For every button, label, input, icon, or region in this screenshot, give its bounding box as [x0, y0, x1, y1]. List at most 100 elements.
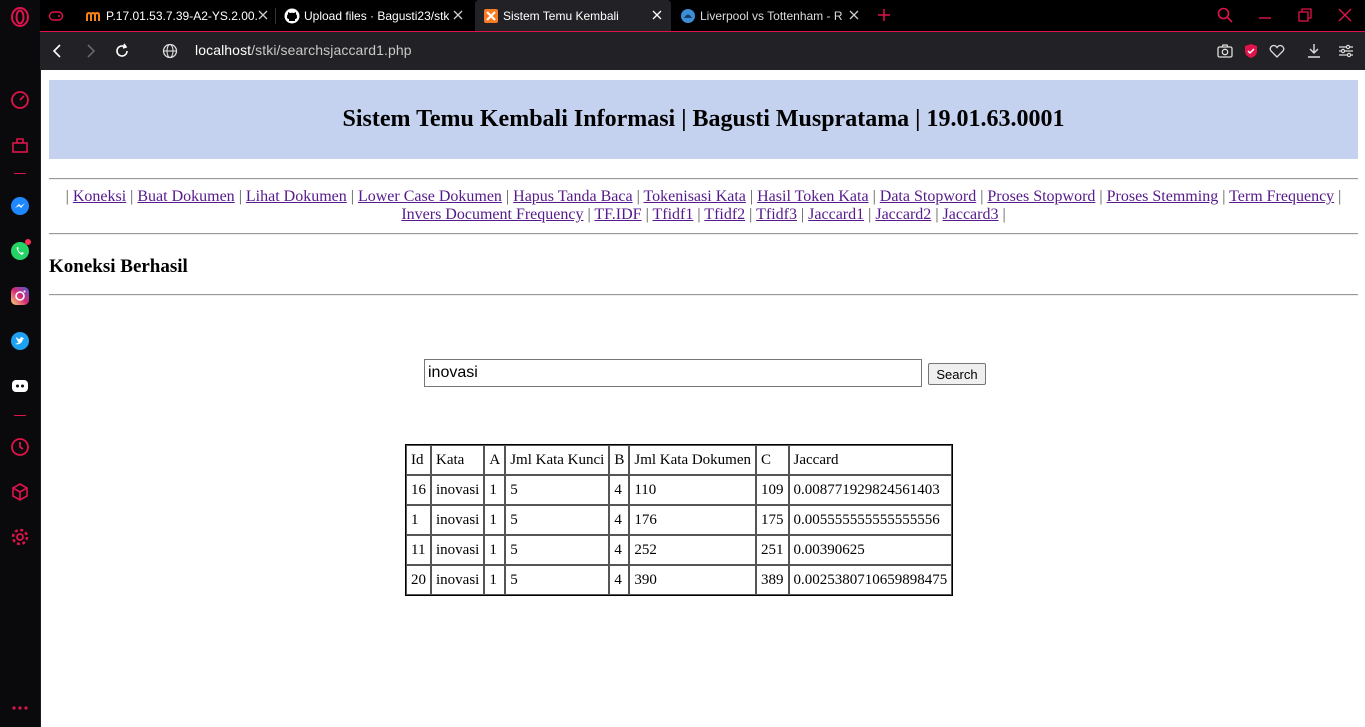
table-cell: 175: [756, 505, 789, 535]
forward-arrow-icon[interactable]: [81, 42, 99, 60]
close-icon[interactable]: [846, 7, 862, 23]
table-cell: inovasi: [431, 475, 485, 505]
nav-link[interactable]: Jaccard3: [943, 206, 999, 223]
extensions-icon[interactable]: [8, 480, 32, 504]
nav-link[interactable]: Koneksi: [73, 188, 126, 205]
table-cell: 1: [484, 505, 506, 535]
restore-icon[interactable]: [1297, 7, 1313, 23]
url-path: /stki/searchsjaccard1.php: [251, 42, 412, 58]
column-header: Jml Kata Dokumen: [629, 445, 757, 475]
address-bar: localhost/stki/searchsjaccard1.php: [40, 31, 1365, 70]
history-icon[interactable]: [8, 435, 32, 459]
close-icon[interactable]: [649, 7, 665, 23]
divider: [49, 294, 1358, 296]
url-host: localhost: [195, 42, 252, 58]
adblock-shield-icon[interactable]: [1242, 42, 1260, 60]
discord-icon[interactable]: [8, 374, 32, 398]
opera-logo-icon[interactable]: [8, 5, 32, 29]
easy-setup-icon[interactable]: [1337, 42, 1355, 60]
close-icon[interactable]: [255, 7, 271, 23]
table-cell: 16: [406, 475, 431, 505]
column-header: C: [756, 445, 789, 475]
nav-link[interactable]: Hapus Tanda Baca: [513, 188, 632, 205]
table-header-row: Id Kata A Jml Kata Kunci B Jml Kata Dokumen C J…: [406, 445, 953, 475]
tab-github[interactable]: Upload files · Bagusti23/stk: [276, 0, 472, 31]
column-header: A: [484, 445, 506, 475]
messenger-icon[interactable]: [8, 194, 32, 218]
browser-sidebar: [0, 0, 41, 727]
tab-liverpool[interactable]: Liverpool vs Tottenham - R: [672, 0, 868, 31]
column-header: Kata: [431, 445, 485, 475]
nav-link[interactable]: Tokenisasi Kata: [644, 188, 746, 205]
table-cell: 4: [609, 565, 630, 595]
nav-link[interactable]: Invers Document Frequency: [401, 206, 583, 223]
premier-league-icon: [680, 8, 696, 24]
jaccard-result-table: Id Kata A Jml Kata Kunci B Jml Kata Dokumen C J…: [405, 444, 954, 596]
new-tab-plus-icon[interactable]: [876, 7, 892, 23]
nav-link[interactable]: Data Stopword: [880, 188, 976, 205]
nav-link[interactable]: Tfidf3: [756, 206, 797, 223]
table-cell: 11: [406, 535, 431, 565]
table-cell: 5: [505, 505, 610, 535]
nav-link[interactable]: Lihat Dokumen: [246, 188, 347, 205]
nav-link[interactable]: Term Frequency: [1229, 188, 1334, 205]
nav-link[interactable]: Hasil Token Kata: [757, 188, 868, 205]
download-icon[interactable]: [1305, 42, 1323, 60]
tab-gamepad[interactable]: [40, 0, 78, 31]
search-input[interactable]: [424, 359, 922, 387]
table-cell: 1: [484, 535, 506, 565]
table-cell: 110: [629, 475, 757, 505]
close-icon[interactable]: [450, 7, 466, 23]
nav-link[interactable]: Jaccard2: [875, 206, 931, 223]
search-button[interactable]: Search: [928, 363, 986, 385]
column-header: B: [609, 445, 630, 475]
more-options-icon[interactable]: [8, 696, 32, 720]
page-header: Sistem Temu Kembali Informasi | Bagusti …: [49, 80, 1358, 159]
instagram-icon[interactable]: [8, 284, 32, 308]
table-cell: inovasi: [431, 535, 485, 565]
web-page: Sistem Temu Kembali Informasi | Bagusti …: [41, 70, 1365, 727]
table-cell: 390: [629, 565, 757, 595]
snapshot-camera-icon[interactable]: [1216, 42, 1234, 60]
tab-moodle[interactable]: P.17.01.53.7.39-A2-YS.2.00.: [78, 0, 275, 31]
table-row: 11 inovasi 1 5 4 252 251 0.00390625: [406, 535, 953, 565]
nav-link[interactable]: Lower Case Dokumen: [358, 188, 502, 205]
table-cell: 0.0025380710659898475: [788, 565, 953, 595]
column-header: Id: [406, 445, 431, 475]
table-cell: 20: [406, 565, 431, 595]
site-info-globe-icon[interactable]: [161, 42, 179, 60]
table-cell: 4: [609, 535, 630, 565]
tab-sistem-temu-kembali[interactable]: Sistem Temu Kembali: [475, 0, 671, 31]
table-cell: 5: [505, 535, 610, 565]
gamepad-icon: [48, 8, 64, 24]
nav-link[interactable]: Tfidf2: [704, 206, 745, 223]
column-header: Jaccard: [788, 445, 953, 475]
workspaces-icon[interactable]: [8, 133, 32, 157]
nav-link[interactable]: Jaccard1: [808, 206, 864, 223]
table-cell: 5: [505, 475, 610, 505]
url-field[interactable]: localhost/stki/searchsjaccard1.php: [195, 42, 412, 58]
tab-title: Liverpool vs Tottenham - R: [700, 8, 843, 23]
twitter-icon[interactable]: [8, 329, 32, 353]
table-cell: 252: [629, 535, 757, 565]
speed-dial-icon[interactable]: [8, 88, 32, 112]
table-cell: 176: [629, 505, 757, 535]
column-header: Jml Kata Kunci: [505, 445, 610, 475]
nav-link[interactable]: Tfidf1: [653, 206, 694, 223]
whatsapp-icon[interactable]: [8, 239, 32, 263]
table-cell: 5: [505, 565, 610, 595]
bookmark-heart-icon[interactable]: [1268, 42, 1286, 60]
moodle-icon: [86, 8, 102, 24]
search-tabs-icon[interactable]: [1217, 7, 1233, 23]
nav-link[interactable]: Buat Dokumen: [137, 188, 234, 205]
nav-link[interactable]: Proses Stemming: [1107, 188, 1219, 205]
menu-links: | Koneksi | Buat Dokumen | Lihat Dokumen…: [65, 188, 1342, 223]
window-close-icon[interactable]: [1337, 7, 1353, 23]
tab-title: P.17.01.53.7.39-A2-YS.2.00.: [106, 8, 258, 23]
minimize-icon[interactable]: [1257, 7, 1273, 23]
settings-gear-icon[interactable]: [8, 525, 32, 549]
nav-link[interactable]: Proses Stopword: [987, 188, 1095, 205]
reload-icon[interactable]: [113, 42, 131, 60]
back-arrow-icon[interactable]: [49, 42, 67, 60]
nav-link[interactable]: TF.IDF: [594, 206, 641, 223]
